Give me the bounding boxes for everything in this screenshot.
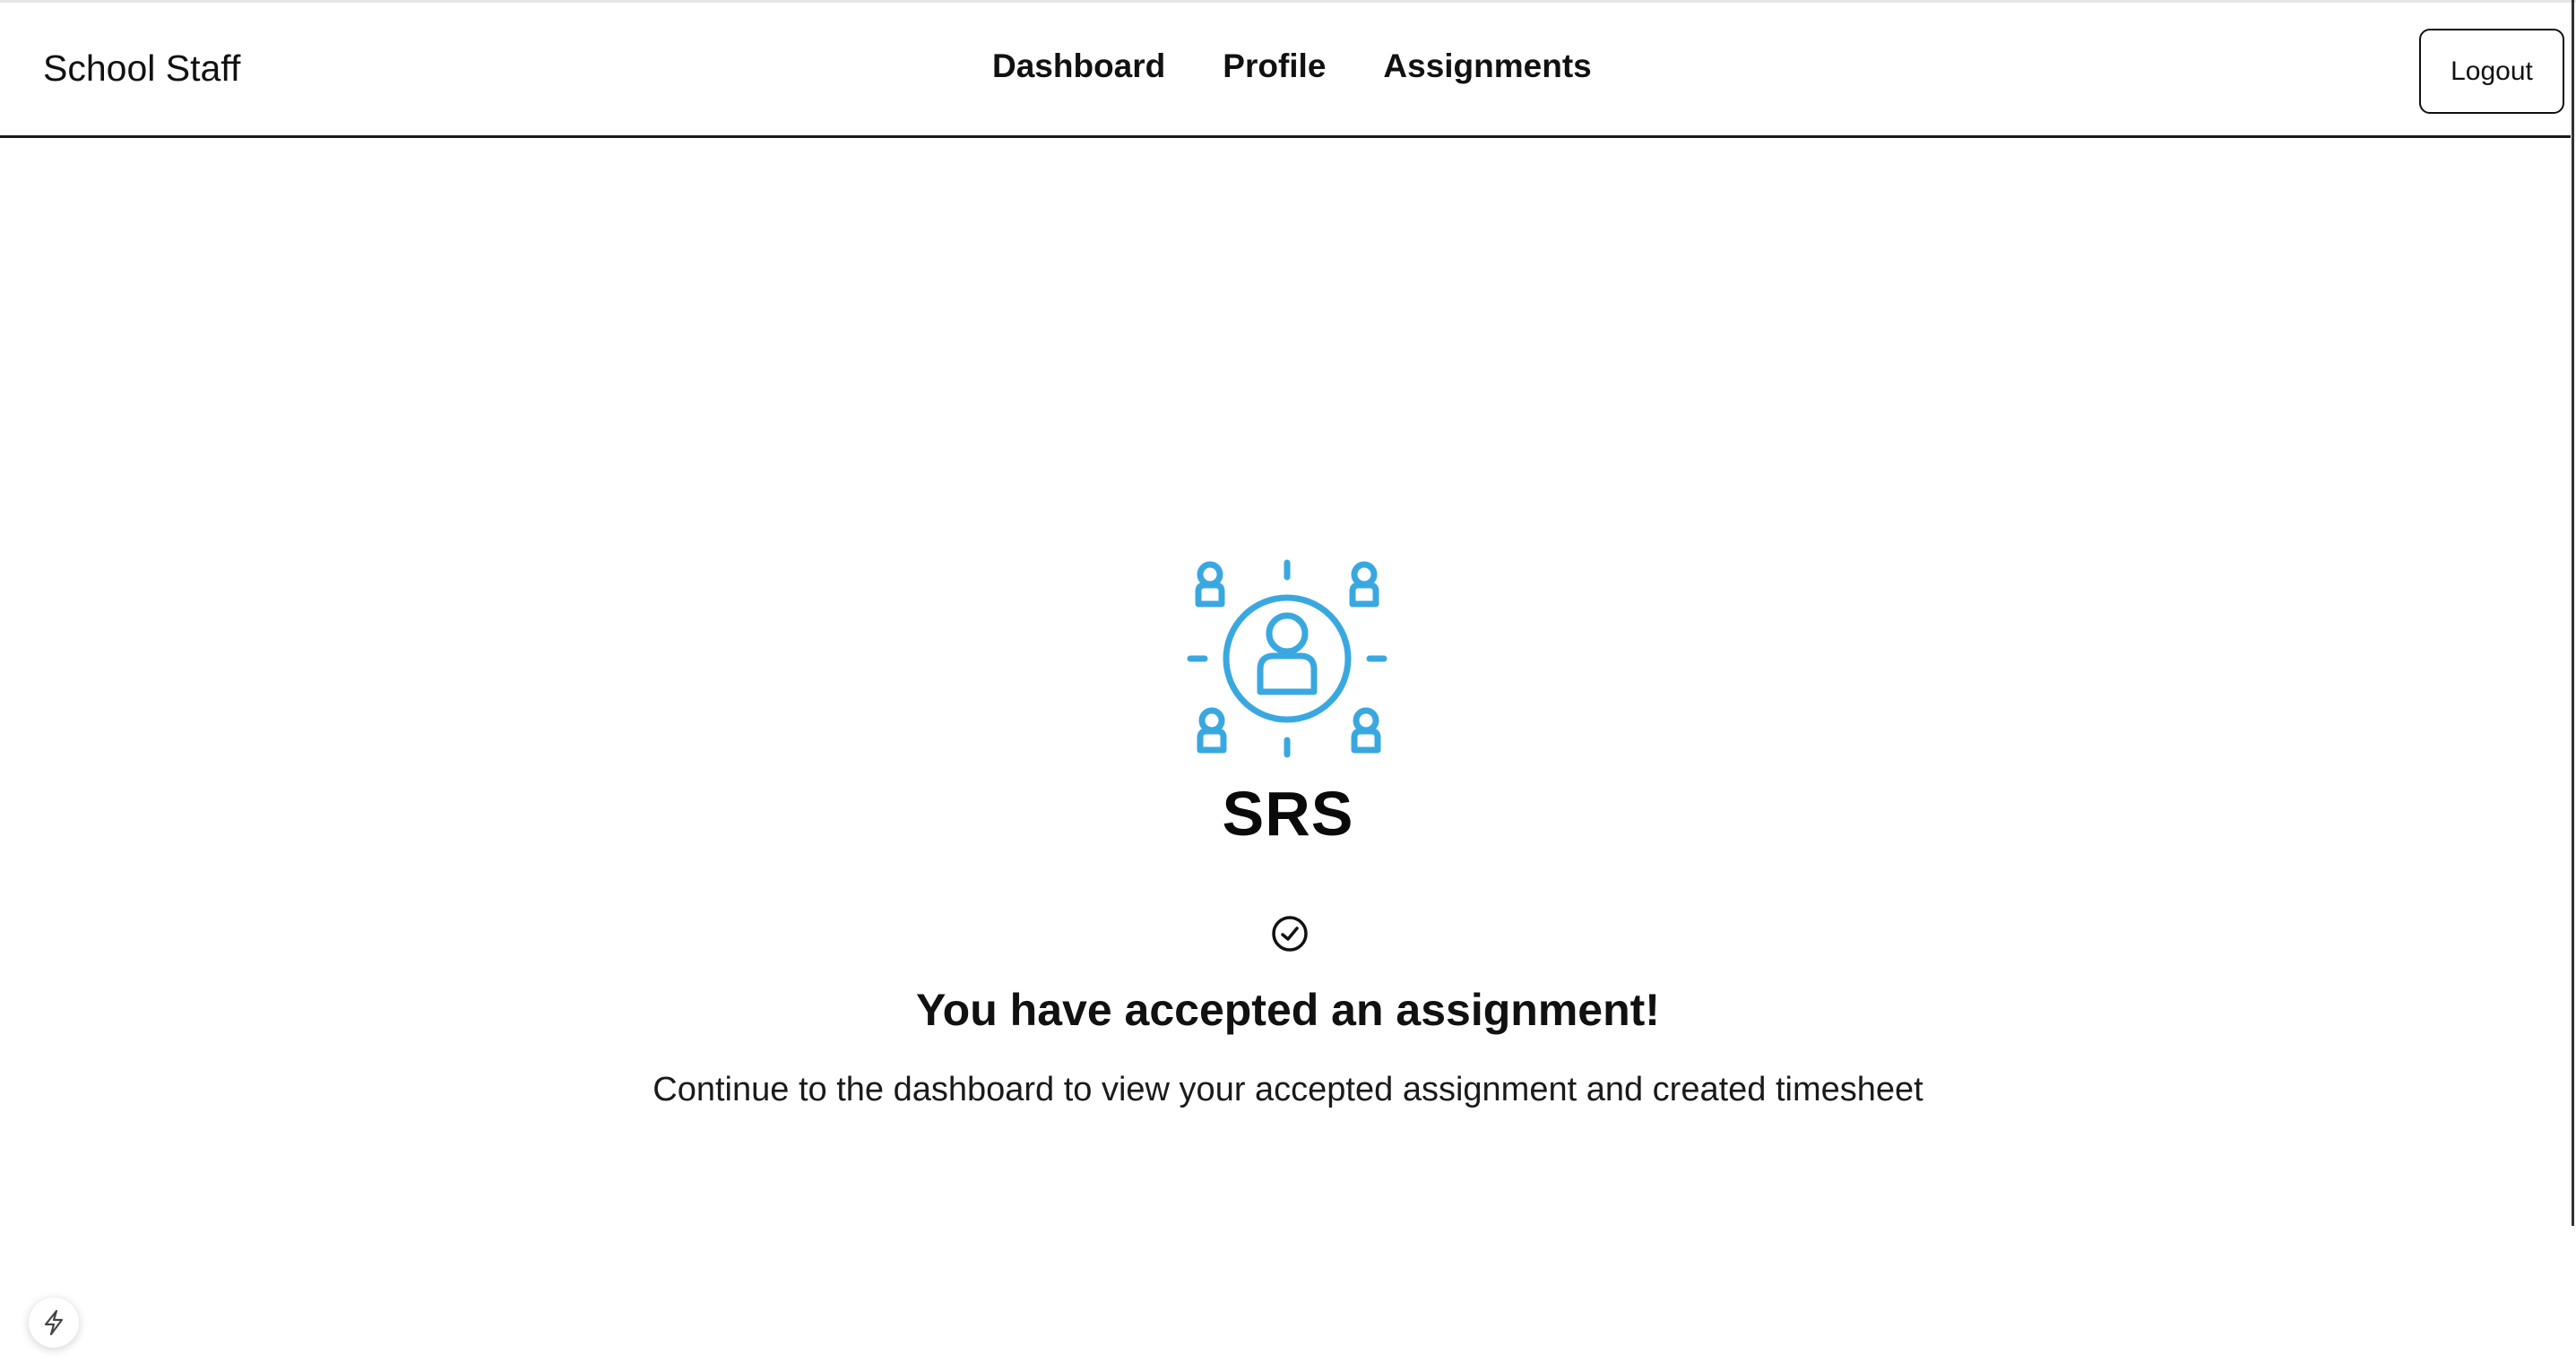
nav-dashboard[interactable]: Dashboard (992, 47, 1165, 85)
check-circle-icon (1272, 916, 1308, 952)
brand-name[interactable]: School Staff (43, 47, 240, 90)
scrollbar[interactable] (2572, 0, 2574, 1226)
success-heading: You have accepted an assignment! (916, 985, 1660, 1035)
logout-button[interactable]: Logout (2419, 29, 2564, 114)
success-message: Continue to the dashboard to view your a… (653, 1071, 1923, 1108)
top-nav-bar: School Staff Dashboard Profile Assignmen… (0, 3, 2571, 138)
people-network-icon (1187, 559, 1387, 758)
main-nav: Dashboard Profile Assignments (992, 47, 1592, 85)
nav-assignments[interactable]: Assignments (1383, 47, 1591, 85)
srs-title: SRS (1222, 779, 1354, 849)
lightning-icon (44, 1309, 64, 1336)
floating-action-button[interactable] (29, 1298, 79, 1348)
nav-profile[interactable]: Profile (1223, 47, 1326, 85)
